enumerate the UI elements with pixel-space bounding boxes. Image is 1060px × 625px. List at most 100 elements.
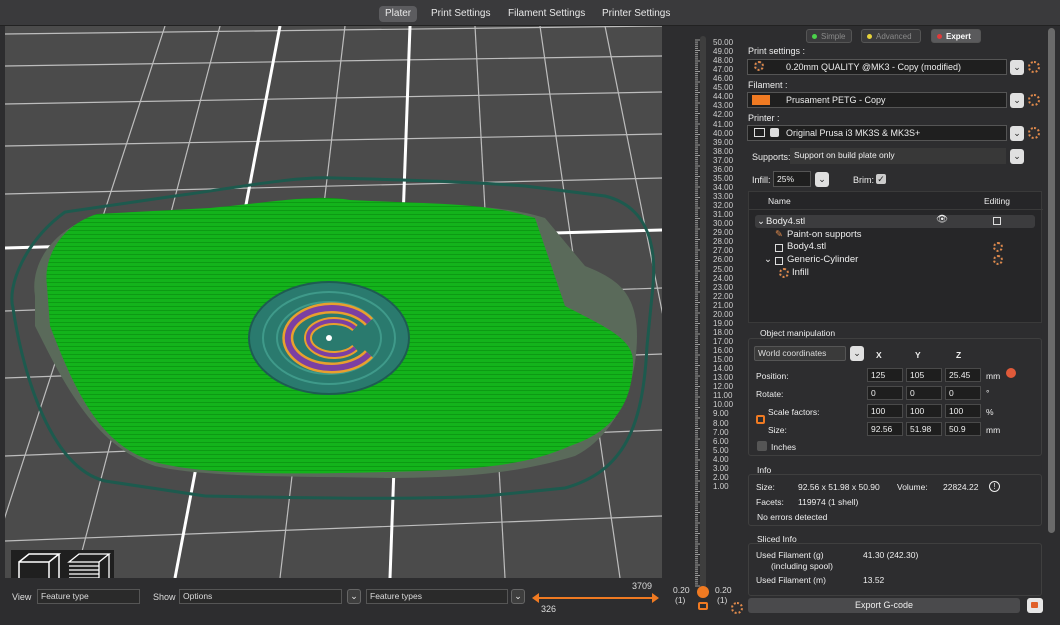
drop-to-bed-icon[interactable] <box>1006 368 1016 378</box>
object-infill[interactable]: Infill <box>792 267 809 278</box>
print-settings-edit-icon[interactable] <box>1028 61 1040 73</box>
scrollbar-thumb[interactable] <box>1048 28 1055 533</box>
expand-chevron-icon[interactable]: ⌄ <box>757 216 765 227</box>
layer-tick-label: 9.00 <box>713 409 729 419</box>
horizontal-slider-track[interactable] <box>537 597 655 599</box>
part-icon <box>775 244 783 252</box>
object-body4-part[interactable]: Body4.stl <box>787 241 826 252</box>
object-paint-on-supports[interactable]: Paint-on supports <box>787 229 861 240</box>
horizontal-slider-left-handle[interactable] <box>532 593 539 603</box>
print-settings-icon <box>754 61 764 71</box>
mode-expert-button[interactable]: Expert <box>931 29 981 43</box>
printer-combo[interactable]: Original Prusa i3 MK3S & MK3S+ <box>747 125 1007 141</box>
position-z-input[interactable]: 25.45 <box>945 368 981 382</box>
position-x-input[interactable]: 125 <box>867 368 903 382</box>
object-generic-cylinder[interactable]: Generic-Cylinder <box>787 254 858 265</box>
layer-tick-label: 2.00 <box>713 472 729 482</box>
filament-combo[interactable]: Prusament PETG - Copy <box>747 92 1007 108</box>
show-dropdown-button[interactable]: ⌄ <box>347 589 361 604</box>
layer-tick-label: 49.00 <box>713 47 734 57</box>
warning-icon[interactable]: ! <box>989 481 1000 492</box>
rotate-z-input[interactable]: 0 <box>945 386 981 400</box>
part-settings-icon[interactable] <box>993 242 1003 252</box>
layer-stack-icon <box>18 553 111 578</box>
layer-tick-label: 41.00 <box>713 119 734 129</box>
info-size-label: Size: <box>756 482 775 492</box>
scale-x-input[interactable]: 100 <box>867 404 903 418</box>
supports-dropdown[interactable]: ⌄ <box>1010 149 1024 164</box>
view-cube-panel[interactable] <box>11 550 114 578</box>
supports-select[interactable]: Support on build plate only <box>790 148 1006 164</box>
layer-tick-label: 42.00 <box>713 110 734 120</box>
feature-types-select[interactable]: Feature types <box>366 589 508 604</box>
tab-filament-settings[interactable]: Filament Settings <box>502 6 591 22</box>
print-settings-dropdown[interactable]: ⌄ <box>1010 60 1024 75</box>
position-y-input[interactable]: 105 <box>906 368 942 382</box>
3d-viewport[interactable] <box>5 26 662 578</box>
layer-tick-label: 29.00 <box>713 228 734 238</box>
layer-tick-label: 5.00 <box>713 445 729 455</box>
layer-tick-label: 20.00 <box>713 309 734 319</box>
expand-chevron-icon[interactable]: ⌄ <box>764 254 772 265</box>
horizontal-range-min: 326 <box>541 604 557 614</box>
position-label: Position: <box>756 371 789 381</box>
layer-tick-label: 27.00 <box>713 246 734 256</box>
lock-icon[interactable] <box>698 602 708 610</box>
printer-icon <box>754 128 765 137</box>
object-list[interactable]: Name Editing ⌄ Body4.stl 👁 ✎ Paint-on su… <box>748 191 1043 323</box>
scale-lock-icon[interactable] <box>756 415 765 424</box>
rotate-x-input[interactable]: 0 <box>867 386 903 400</box>
size-y-input[interactable]: 51.98 <box>906 422 942 436</box>
infill-select[interactable]: 25% <box>773 171 811 187</box>
infill-settings-icon <box>779 268 789 278</box>
layer-tick-label: 44.00 <box>713 92 734 102</box>
object-body4[interactable]: Body4.stl <box>766 216 805 227</box>
print-settings-combo[interactable]: 0.20mm QUALITY @MK3 - Copy (modified) <box>747 59 1007 75</box>
printer-edit-icon[interactable] <box>1028 127 1040 139</box>
show-select[interactable]: Options <box>179 589 342 604</box>
used-filament-g-sublabel: (including spool) <box>771 561 833 571</box>
coordinates-select[interactable]: World coordinates <box>754 346 846 361</box>
layer-tick-label: 47.00 <box>713 65 734 75</box>
mode-simple-button[interactable]: Simple <box>806 29 852 43</box>
send-to-printer-button[interactable] <box>1027 598 1043 613</box>
scale-y-input[interactable]: 100 <box>906 404 942 418</box>
layer-tick-label: 50.00 <box>713 38 734 47</box>
cog-icon[interactable] <box>731 602 743 614</box>
tab-plater[interactable]: Plater <box>379 6 418 22</box>
layer-slider-handle[interactable] <box>697 586 709 598</box>
export-gcode-button[interactable]: Export G-code <box>748 598 1020 613</box>
layer-tick-label: 38.00 <box>713 146 734 156</box>
filament-dropdown[interactable]: ⌄ <box>1010 93 1024 108</box>
modifier-settings-icon[interactable] <box>993 255 1003 265</box>
axis-y-label: Y <box>915 350 921 360</box>
layer-tick-label: 8.00 <box>713 418 729 428</box>
layer-slider[interactable]: 50.00 49.00 48.00 47.00 46.00 45.00 44.00 43.00… <box>665 26 745 616</box>
horizontal-slider-right-handle[interactable] <box>652 593 659 603</box>
sidebar-scrollbar[interactable] <box>1045 26 1057 625</box>
printer-dropdown[interactable]: ⌄ <box>1010 126 1024 141</box>
info-facets-label: Facets: <box>756 497 784 507</box>
inches-checkbox[interactable] <box>757 441 767 451</box>
eye-icon[interactable]: 👁 <box>936 214 948 225</box>
feature-dropdown-button[interactable]: ⌄ <box>511 589 525 604</box>
layer-tick-label: 32.00 <box>713 201 734 211</box>
edit-object-icon[interactable] <box>993 217 1001 225</box>
column-name: Name <box>768 196 791 206</box>
modifier-icon <box>775 257 783 265</box>
infill-dropdown[interactable]: ⌄ <box>815 172 829 187</box>
scale-z-input[interactable]: 100 <box>945 404 981 418</box>
rotate-y-input[interactable]: 0 <box>906 386 942 400</box>
filament-edit-icon[interactable] <box>1028 94 1040 106</box>
size-x-input[interactable]: 92.56 <box>867 422 903 436</box>
view-select[interactable]: Feature type <box>37 589 140 604</box>
tab-print-settings[interactable]: Print Settings <box>425 6 496 22</box>
layer-tick-label: 46.00 <box>713 74 734 84</box>
used-filament-g-value: 41.30 (242.30) <box>863 550 919 560</box>
coordinates-dropdown[interactable]: ⌄ <box>850 346 864 361</box>
size-z-input[interactable]: 50.9 <box>945 422 981 436</box>
brim-checkbox[interactable]: ✓ <box>876 174 886 184</box>
tab-printer-settings[interactable]: Printer Settings <box>596 6 676 22</box>
filament-label: Filament : <box>748 80 788 90</box>
mode-advanced-button[interactable]: Advanced <box>861 29 921 43</box>
